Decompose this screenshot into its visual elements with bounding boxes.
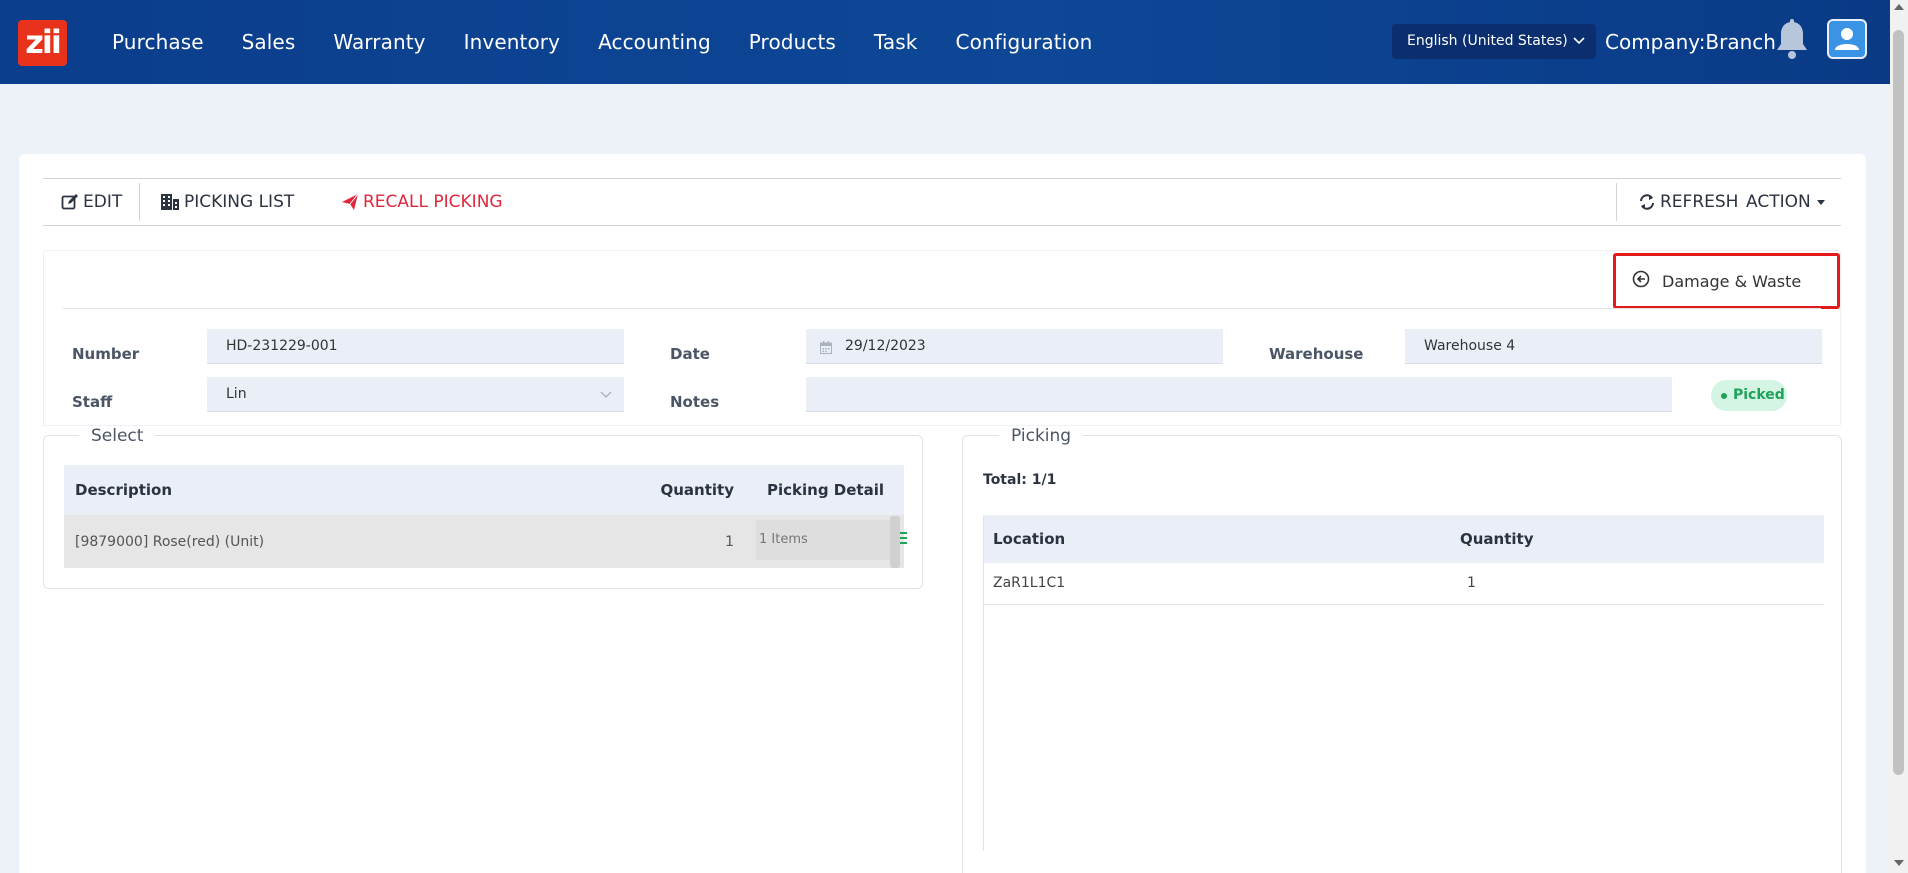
select-legend: Select xyxy=(79,426,156,446)
row-picking-detail: 1 Items xyxy=(756,515,907,568)
warehouse-field[interactable]: Warehouse 4 xyxy=(1405,329,1822,364)
nav-inventory[interactable]: Inventory xyxy=(464,30,560,54)
table-row[interactable]: ZaR1L1C1 1 xyxy=(983,563,1824,605)
date-field[interactable]: 29/12/2023 xyxy=(806,329,1223,364)
recall-picking-button[interactable]: RECALL PICKING xyxy=(341,179,503,225)
col-picking-detail: Picking Detail xyxy=(756,465,904,515)
notes-field[interactable] xyxy=(806,377,1672,412)
col-quantity: Quantity xyxy=(1450,515,1824,563)
language-select[interactable]: English (United States) xyxy=(1392,24,1596,59)
damage-waste-label: Damage & Waste xyxy=(1662,271,1802,291)
recall-picking-label: RECALL PICKING xyxy=(363,192,503,212)
picking-list-label: PICKING LIST xyxy=(184,192,295,212)
date-value: 29/12/2023 xyxy=(845,338,926,354)
nav-accounting[interactable]: Accounting xyxy=(598,30,711,54)
arrow-left-circle-icon xyxy=(1632,270,1650,288)
select-panel: Select Description Quantity Picking Deta… xyxy=(43,426,923,589)
nav-task[interactable]: Task xyxy=(874,30,918,54)
picking-legend: Picking xyxy=(999,426,1084,446)
table-header-row: Description Quantity Picking Detail xyxy=(64,465,904,515)
nav-purchase[interactable]: Purchase xyxy=(112,30,204,54)
row-quantity: 1 xyxy=(1450,563,1824,605)
refresh-icon xyxy=(1640,194,1654,210)
chevron-down-icon xyxy=(1573,37,1585,45)
damage-waste-button[interactable]: Damage & Waste xyxy=(1613,253,1840,309)
paper-plane-icon xyxy=(342,193,359,210)
nav-warranty[interactable]: Warranty xyxy=(333,30,425,54)
date-label: Date xyxy=(670,345,710,363)
table-scrollbar[interactable] xyxy=(890,516,900,568)
table-header-row: Location Quantity xyxy=(983,515,1824,563)
company-name: Company:Branch 2 xyxy=(1605,30,1796,54)
refresh-button[interactable]: REFRESH xyxy=(1638,179,1738,225)
warehouse-label: Warehouse xyxy=(1269,345,1364,363)
col-quantity: Quantity xyxy=(606,465,756,515)
row-location: ZaR1L1C1 xyxy=(983,563,1450,605)
picking-detail-count: 1 Items xyxy=(759,532,808,547)
table-row[interactable]: [9879000] Rose(red) (Unit) 1 1 Items xyxy=(64,515,907,568)
nav-sales[interactable]: Sales xyxy=(242,30,296,54)
edit-button[interactable]: EDIT xyxy=(61,179,122,225)
picking-detail-box: 1 Items xyxy=(756,520,899,560)
staff-label: Staff xyxy=(72,393,113,411)
status-badge: Picked xyxy=(1711,380,1787,411)
language-value: English (United States) xyxy=(1407,33,1568,49)
staff-select[interactable]: Lin xyxy=(207,377,624,412)
refresh-label: REFRESH xyxy=(1660,192,1739,212)
picking-list-button[interactable]: PICKING LIST xyxy=(160,179,294,225)
edit-label: EDIT xyxy=(83,192,123,212)
user-avatar[interactable] xyxy=(1827,19,1867,59)
picking-total: Total: 1/1 xyxy=(983,472,1057,488)
main-nav: Purchase Sales Warranty Inventory Accoun… xyxy=(92,0,1130,84)
row-description: [9879000] Rose(red) (Unit) xyxy=(64,515,606,568)
caret-down-icon xyxy=(1816,200,1825,205)
col-description: Description xyxy=(64,465,606,515)
picking-table: Location Quantity ZaR1L1C1 1 xyxy=(983,515,1824,605)
bell-icon[interactable] xyxy=(1773,18,1811,62)
toolbar-divider xyxy=(1616,183,1617,221)
form-divider xyxy=(63,308,1821,309)
picking-panel: Picking Total: 1/1 Location Quantity ZaR… xyxy=(962,426,1842,873)
number-label: Number xyxy=(72,345,140,363)
scroll-down-icon[interactable] xyxy=(1894,860,1904,866)
nav-products[interactable]: Products xyxy=(749,30,836,54)
chevron-down-icon xyxy=(600,391,612,398)
notes-label: Notes xyxy=(670,393,720,411)
row-quantity: 1 xyxy=(606,515,756,568)
scroll-thumb[interactable] xyxy=(1893,30,1904,775)
toolbar: EDIT PICKING LIST RECALL PICKING REFRESH… xyxy=(43,178,1841,226)
nav-configuration[interactable]: Configuration xyxy=(956,30,1093,54)
col-location: Location xyxy=(983,515,1450,563)
top-navbar: zii Purchase Sales Warranty Inventory Ac… xyxy=(0,0,1890,84)
edit-icon xyxy=(61,194,78,210)
action-dropdown[interactable]: ACTION xyxy=(1746,179,1831,225)
number-field[interactable]: HD-231229-001 xyxy=(207,329,624,364)
app-logo[interactable]: zii xyxy=(18,20,67,66)
page-scrollbar[interactable] xyxy=(1890,0,1908,873)
building-icon xyxy=(161,194,179,210)
calendar-icon xyxy=(820,341,832,354)
user-icon xyxy=(1835,28,1859,50)
toolbar-divider xyxy=(139,183,140,221)
action-label: ACTION xyxy=(1746,192,1811,212)
staff-value: Lin xyxy=(226,386,247,402)
scroll-up-icon[interactable] xyxy=(1894,4,1904,10)
select-table: Description Quantity Picking Detail [987… xyxy=(64,465,907,568)
picking-table-border xyxy=(983,516,984,851)
